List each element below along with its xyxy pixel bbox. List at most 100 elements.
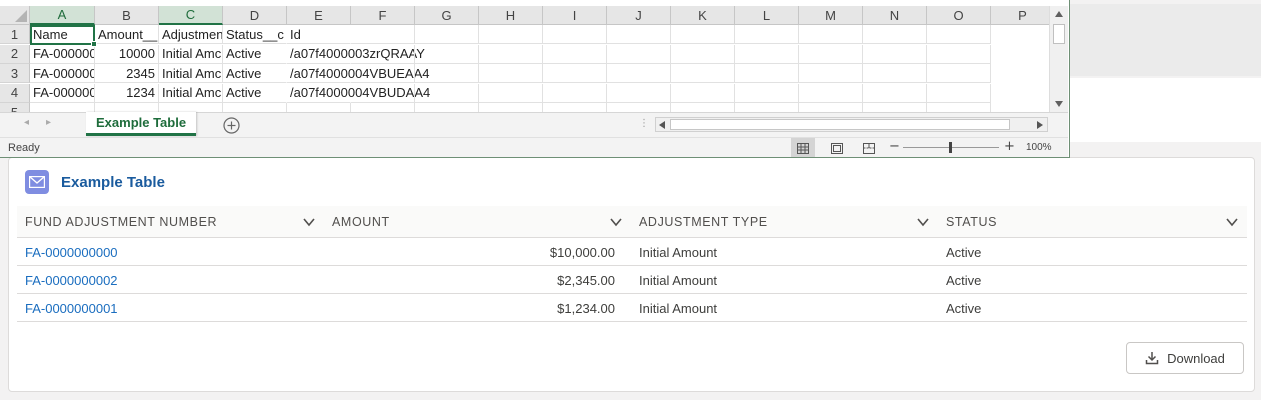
cell-d2[interactable]: Active <box>223 45 287 64</box>
tab-scroll-right-icon[interactable]: ▸ <box>46 117 51 128</box>
cell-f2[interactable] <box>351 44 415 64</box>
cell-a4[interactable]: FA-000000 <box>30 83 95 103</box>
cell-b1[interactable]: Amount__ <box>95 25 159 44</box>
row-header-3[interactable]: 3 <box>0 64 30 83</box>
chevron-down-icon[interactable] <box>1225 215 1239 229</box>
horizontal-scrollbar[interactable] <box>655 117 1048 132</box>
cell-j4[interactable] <box>607 83 671 103</box>
cell-f3[interactable] <box>351 64 415 83</box>
cell-g3[interactable] <box>415 64 479 83</box>
zoom-in-icon[interactable]: + <box>1004 139 1015 154</box>
cell-m4[interactable] <box>799 83 863 103</box>
cell-l3[interactable] <box>735 64 799 83</box>
cell-c4[interactable]: Initial Amc <box>159 83 223 103</box>
column-header-e[interactable]: E <box>287 6 351 25</box>
card-title[interactable]: Example Table <box>61 174 165 191</box>
cell-d3[interactable]: Active <box>223 64 287 83</box>
vertical-scrollbar[interactable] <box>1049 6 1068 112</box>
cell-o1[interactable] <box>927 25 991 44</box>
cell-e2[interactable]: /a07f4000003zrQRAAY <box>287 45 425 64</box>
column-header-m[interactable]: M <box>799 6 863 25</box>
cell-a3[interactable]: FA-000000 <box>30 64 95 83</box>
fund-adjustment-link[interactable]: FA-0000000002 <box>17 266 324 294</box>
fund-adjustment-link[interactable]: FA-0000000000 <box>17 238 324 266</box>
column-header-amount[interactable]: AMOUNT <box>324 206 631 238</box>
cell-h3[interactable] <box>479 64 543 83</box>
row-header-2[interactable]: 2 <box>0 44 30 64</box>
cell-m3[interactable] <box>799 64 863 83</box>
cell-b4[interactable]: 1234 <box>95 83 159 103</box>
scroll-left-icon[interactable] <box>658 120 666 130</box>
column-header-b[interactable]: B <box>95 6 159 25</box>
cell-h2[interactable] <box>479 44 543 64</box>
column-header-k[interactable]: K <box>671 6 735 25</box>
scroll-down-icon[interactable] <box>1054 100 1064 108</box>
chevron-down-icon[interactable] <box>916 215 930 229</box>
cell-c1[interactable]: Adjustmen <box>159 25 223 44</box>
cell-b3[interactable]: 2345 <box>95 64 159 83</box>
cell-j3[interactable] <box>607 64 671 83</box>
fund-adjustment-link[interactable]: FA-0000000001 <box>17 294 324 322</box>
cell-i3[interactable] <box>543 64 607 83</box>
cell-l4[interactable] <box>735 83 799 103</box>
column-header-status[interactable]: STATUS <box>938 206 1247 238</box>
cell-g1[interactable] <box>415 25 479 44</box>
select-all-corner[interactable] <box>0 6 30 25</box>
column-header-i[interactable]: I <box>543 6 607 25</box>
cell-c3[interactable]: Initial Amc <box>159 64 223 83</box>
download-button[interactable]: Download <box>1126 342 1244 374</box>
tab-scroll-left-icon[interactable]: ◂ <box>24 117 29 128</box>
cell-c2[interactable]: Initial Amc <box>159 44 223 64</box>
cell-d4[interactable]: Active <box>223 84 287 103</box>
cell-j1[interactable] <box>607 25 671 44</box>
column-header-l[interactable]: L <box>735 6 799 25</box>
cell-e3[interactable]: /a07f4000004VBUEAA4 <box>287 64 430 83</box>
chevron-down-icon[interactable] <box>609 215 623 229</box>
column-header-n[interactable]: N <box>863 6 927 25</box>
cell-e4[interactable]: /a07f4000004VBUDAA4 <box>287 84 430 103</box>
cell-e1[interactable]: Id <box>287 25 351 44</box>
cell-o4[interactable] <box>927 83 991 103</box>
add-sheet-icon[interactable] <box>223 117 240 134</box>
cell-m2[interactable] <box>799 44 863 64</box>
cell-n2[interactable] <box>863 44 927 64</box>
sheet-tab[interactable]: Example Table <box>86 112 197 136</box>
column-header-f[interactable]: F <box>351 6 415 25</box>
cell-b2[interactable]: 10000 <box>95 44 159 64</box>
cell-k4[interactable] <box>671 83 735 103</box>
cell-h1[interactable] <box>479 25 543 44</box>
row-header-4[interactable]: 4 <box>0 83 30 103</box>
zoom-slider-thumb[interactable] <box>949 142 952 153</box>
column-header-g[interactable]: G <box>415 6 479 25</box>
cell-i4[interactable] <box>543 83 607 103</box>
cell-l1[interactable] <box>735 25 799 44</box>
cell-n4[interactable] <box>863 83 927 103</box>
page-layout-icon[interactable] <box>825 138 849 157</box>
horizontal-scroll-thumb[interactable] <box>670 119 1010 130</box>
cell-f1[interactable] <box>351 25 415 44</box>
cell-n3[interactable] <box>863 64 927 83</box>
cell-n1[interactable] <box>863 25 927 44</box>
cell-o2[interactable] <box>927 44 991 64</box>
column-header-d[interactable]: D <box>223 6 287 25</box>
column-header-j[interactable]: J <box>607 6 671 25</box>
cell-k3[interactable] <box>671 64 735 83</box>
tab-split-handle-icon[interactable]: ⋮ <box>639 118 649 129</box>
column-header-p[interactable]: P <box>991 6 1055 25</box>
cell-i2[interactable] <box>543 44 607 64</box>
cell-i1[interactable] <box>543 25 607 44</box>
column-header-c[interactable]: C <box>159 6 223 25</box>
vertical-scroll-thumb[interactable] <box>1053 24 1065 44</box>
zoom-level[interactable]: 100% <box>1026 142 1052 153</box>
column-header-a[interactable]: A <box>30 6 95 25</box>
cell-f4[interactable] <box>351 83 415 103</box>
column-header-adjustment-type[interactable]: ADJUSTMENT TYPE <box>631 206 938 238</box>
fill-handle[interactable] <box>91 41 97 47</box>
cell-j2[interactable] <box>607 44 671 64</box>
row-header-1[interactable]: 1 <box>0 25 30 44</box>
cell-g4[interactable] <box>415 83 479 103</box>
cell-h4[interactable] <box>479 83 543 103</box>
column-header-h[interactable]: H <box>479 6 543 25</box>
scroll-up-icon[interactable] <box>1054 10 1064 18</box>
cell-k2[interactable] <box>671 44 735 64</box>
